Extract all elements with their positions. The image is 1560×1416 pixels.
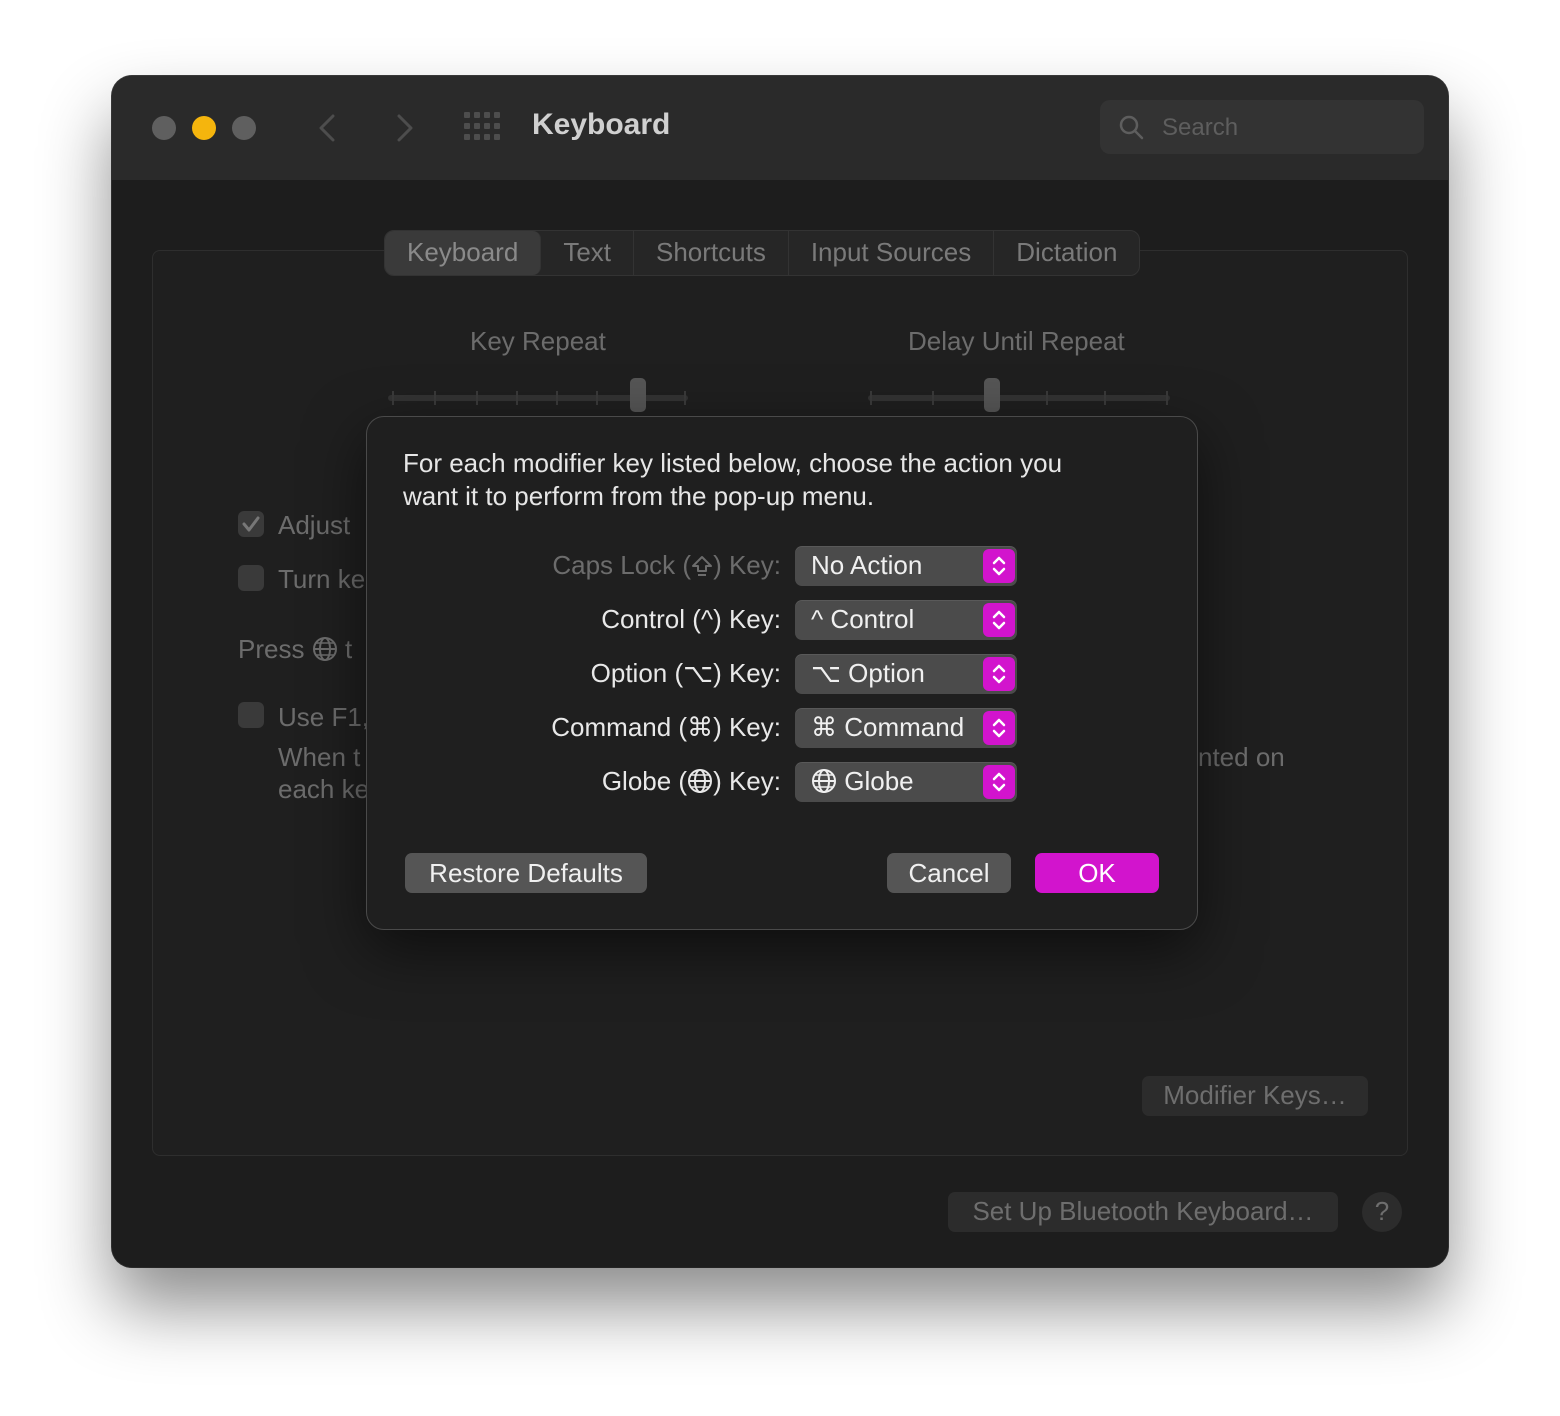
search-icon [1119,115,1144,140]
globe-icon [812,769,836,793]
delay-until-repeat-label: Delay Until Repeat [908,326,1125,356]
globe-label-pre: Globe ( [601,766,688,796]
tab-bar: Keyboard Text Shortcuts Input Sources Di… [384,230,1141,276]
modifier-keys-dialog: For each modifier key listed below, choo… [366,416,1198,930]
restore-defaults-button[interactable]: Restore Defaults [405,853,647,893]
globe-stepper [983,765,1015,799]
back-button[interactable] [308,108,348,148]
control-stepper [983,603,1015,637]
command-stepper [983,711,1015,745]
description-fragment: nted on [1198,742,1285,772]
control-value: ^ Control [811,604,915,634]
option-value: ⌥ Option [811,658,925,688]
use-f1-label: Use F1, [278,702,370,732]
show-all-grid-icon[interactable] [464,112,502,142]
zoom-window-button[interactable] [232,116,256,140]
option-stepper [983,657,1015,691]
press-label: Press [238,634,305,664]
globe-value-wrap: Globe [811,766,914,797]
caps-lock-label-pre: Caps Lock ( [552,550,692,580]
caps-lock-popup[interactable]: No Action [795,546,1017,586]
cancel-button[interactable]: Cancel [887,853,1011,893]
command-popup[interactable]: ⌘ Command [795,708,1017,748]
caps-lock-stepper [983,549,1015,583]
help-button[interactable]: ? [1362,1192,1402,1232]
minimize-window-button[interactable] [192,116,216,140]
up-down-chevron-icon [992,556,1006,576]
chevron-left-icon [319,114,335,142]
tab-keyboard[interactable]: Keyboard [385,231,542,275]
modifier-keys-button[interactable]: Modifier Keys… [1142,1076,1368,1116]
key-repeat-label: Key Repeat [470,326,606,356]
turn-off-checkbox[interactable] [238,565,264,591]
command-key-label: Command (⌘) Key: [551,712,781,742]
turn-label: Turn ke [278,564,366,594]
up-down-chevron-icon [992,664,1006,684]
chevron-right-icon [397,114,413,142]
window-title: Keyboard [532,108,671,141]
caps-lock-label-post: ) Key: [713,550,781,580]
delay-slider-thumb[interactable] [984,378,1000,412]
dialog-instructions: For each modifier key listed below, choo… [403,447,1163,513]
tab-text[interactable]: Text [541,231,634,275]
close-window-button[interactable] [152,116,176,140]
press-globe-row: Press t [238,634,352,665]
adjust-label: Adjust [278,510,351,540]
use-f1-checkbox[interactable] [238,702,264,728]
instruction-line-2: want it to perform from the pop-up menu. [403,481,875,511]
tab-input-sources[interactable]: Input Sources [789,231,995,275]
shift-arrow-icon [692,556,713,576]
tab-shortcuts[interactable]: Shortcuts [634,231,789,275]
globe-icon [688,769,713,793]
instruction-line-1: For each modifier key listed below, choo… [403,448,1063,478]
key-repeat-slider-thumb[interactable] [630,378,646,412]
search-placeholder: Search [1162,114,1239,141]
each-text: each ke [278,774,370,804]
ok-button[interactable]: OK [1035,853,1159,893]
control-key-label: Control (^) Key: [601,604,781,634]
command-value: ⌘ Command [811,712,965,742]
control-popup[interactable]: ^ Control [795,600,1017,640]
caps-lock-key-label: Caps Lock ( ) Key: [552,550,781,581]
bluetooth-keyboard-button[interactable]: Set Up Bluetooth Keyboard… [948,1192,1338,1232]
globe-popup[interactable]: Globe [795,762,1017,802]
globe-value: Globe [844,766,914,796]
globe-icon [312,637,337,661]
caps-lock-value: No Action [811,550,923,580]
search-field[interactable]: Search [1100,100,1424,154]
when-text: When t [278,742,361,772]
up-down-chevron-icon [992,610,1006,630]
press-suffix: t [344,634,353,664]
globe-label-post: ) Key: [713,766,781,796]
option-key-label: Option (⌥) Key: [590,658,781,688]
globe-key-label: Globe ( ) Key: [602,766,781,797]
tab-dictation[interactable]: Dictation [994,231,1139,275]
up-down-chevron-icon [992,718,1006,738]
option-popup[interactable]: ⌥ Option [795,654,1017,694]
adjust-checkbox[interactable] [238,511,264,537]
forward-button[interactable] [384,108,424,148]
checkmark-icon [242,516,260,532]
title-bar: Keyboard Search [112,76,1448,181]
up-down-chevron-icon [992,772,1006,792]
